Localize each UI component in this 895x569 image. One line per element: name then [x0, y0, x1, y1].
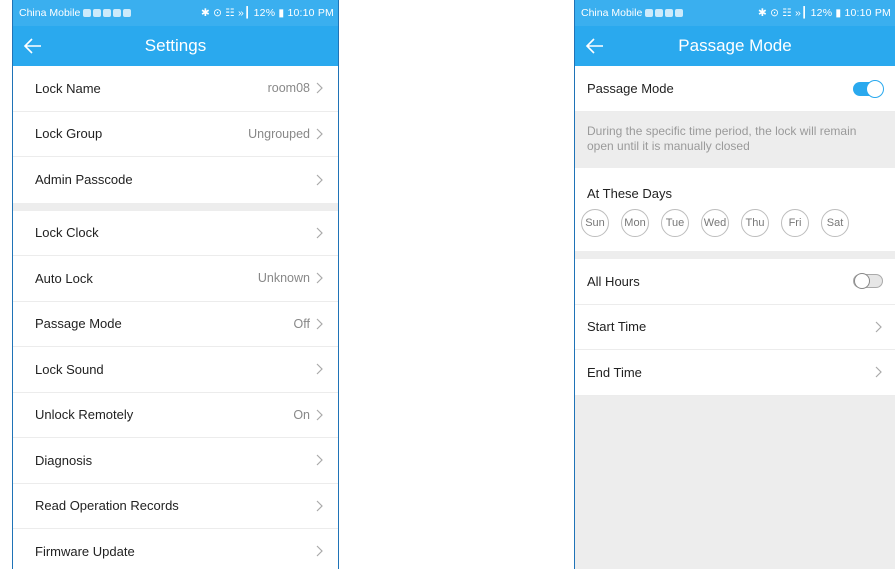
day-tue[interactable]: Tue	[661, 209, 689, 237]
all-hours-toggle[interactable]	[853, 273, 883, 290]
section-divider	[575, 251, 895, 259]
row-label: Lock Name	[35, 80, 101, 96]
row-label: Firmware Update	[35, 543, 135, 559]
settings-row-passage-mode[interactable]: Passage Mode Off	[13, 301, 338, 347]
settings-row-lock-name[interactable]: Lock Name room08	[13, 66, 338, 112]
row-label: Admin Passcode	[35, 172, 133, 188]
carrier-label: China Mobile	[19, 7, 81, 19]
chevron-right-icon	[316, 363, 323, 375]
day-sat[interactable]: Sat	[821, 209, 849, 237]
settings-row-diagnosis[interactable]: Diagnosis	[13, 438, 338, 484]
notification-icons	[645, 9, 684, 17]
row-value: Off	[293, 316, 310, 331]
status-right: ✱ ⊙ ☷ »┃ 12% ▮ 10:10 PM	[757, 7, 891, 19]
settings-row-unlock-remotely[interactable]: Unlock Remotely On	[13, 392, 338, 438]
chevron-right-icon	[316, 128, 323, 140]
day-thu[interactable]: Thu	[741, 209, 769, 237]
back-arrow-icon[interactable]	[21, 34, 45, 58]
row-label: End Time	[587, 364, 642, 380]
row-label: Passage Mode	[587, 81, 674, 96]
settings-row-lock-group[interactable]: Lock Group Ungrouped	[13, 111, 338, 157]
settings-row-auto-lock[interactable]: Auto Lock Unknown	[13, 256, 338, 302]
back-arrow-icon[interactable]	[583, 34, 607, 58]
row-label: Passage Mode	[35, 316, 122, 332]
day-fri[interactable]: Fri	[781, 209, 809, 237]
chevron-right-icon	[316, 318, 323, 330]
section-divider	[13, 202, 338, 211]
passage-mode-toggle-row: Passage Mode	[575, 66, 895, 112]
row-label: Start Time	[587, 319, 647, 335]
row-value: Ungrouped	[248, 126, 310, 141]
row-value: Unknown	[257, 271, 310, 286]
page-title: Settings	[144, 36, 207, 55]
day-wed[interactable]: Wed	[701, 209, 729, 237]
start-time-row[interactable]: Start Time	[575, 304, 895, 350]
chevron-right-icon	[316, 454, 323, 466]
row-value: room08	[267, 81, 310, 96]
settings-row-lock-sound[interactable]: Lock Sound	[13, 347, 338, 393]
empty-area	[575, 395, 895, 569]
chevron-right-icon	[316, 409, 323, 421]
row-label: Unlock Remotely	[35, 407, 134, 423]
notification-icons	[83, 9, 132, 17]
chevron-right-icon	[316, 545, 323, 557]
row-label: Auto Lock	[35, 270, 93, 286]
all-hours-row: All Hours	[575, 259, 895, 305]
day-mon[interactable]: Mon	[621, 209, 649, 237]
carrier-label: China Mobile	[581, 7, 643, 19]
settings-row-firmware-update[interactable]: Firmware Update	[13, 529, 338, 569]
page-title: Passage Mode	[678, 36, 792, 55]
end-time-row[interactable]: End Time	[575, 350, 895, 396]
chevron-right-icon	[316, 174, 323, 186]
chevron-right-icon	[316, 227, 323, 239]
status-right: ✱ ⊙ ☷ »┃ 12% ▮ 10:10 PM	[200, 7, 334, 19]
row-label: All Hours	[587, 273, 640, 289]
day-sun[interactable]: Sun	[581, 209, 609, 237]
days-header: At These Days	[575, 168, 895, 203]
settings-screen: China Mobile ✱ ⊙ ☷ »┃ 12% ▮ 10:10 PM Set…	[12, 0, 339, 569]
passage-mode-toggle[interactable]	[853, 79, 884, 98]
nav-bar: Settings	[13, 26, 338, 66]
chevron-right-icon	[316, 82, 323, 94]
chevron-right-icon	[316, 500, 323, 512]
row-label: Lock Sound	[35, 361, 104, 377]
chevron-right-icon	[875, 321, 882, 333]
settings-row-admin-passcode[interactable]: Admin Passcode	[13, 157, 338, 203]
nav-bar: Passage Mode	[575, 26, 895, 66]
status-bar: China Mobile ✱ ⊙ ☷ »┃ 12% ▮ 10:10 PM	[575, 0, 895, 26]
chevron-right-icon	[875, 366, 882, 378]
row-label: Lock Clock	[35, 225, 99, 241]
row-label: Read Operation Records	[35, 498, 179, 514]
settings-row-read-operation-records[interactable]: Read Operation Records	[13, 483, 338, 529]
passage-mode-description: During the specific time period, the loc…	[575, 112, 895, 168]
settings-row-lock-clock[interactable]: Lock Clock	[13, 210, 338, 256]
chevron-right-icon	[316, 272, 323, 284]
row-label: Diagnosis	[35, 452, 93, 468]
row-label: Lock Group	[35, 126, 103, 142]
row-value: On	[293, 407, 310, 422]
status-bar: China Mobile ✱ ⊙ ☷ »┃ 12% ▮ 10:10 PM	[13, 0, 338, 26]
passage-mode-screen: China Mobile ✱ ⊙ ☷ »┃ 12% ▮ 10:10 PM Pas…	[574, 0, 895, 569]
day-selector: Sun Mon Tue Wed Thu Fri Sat	[575, 203, 895, 251]
